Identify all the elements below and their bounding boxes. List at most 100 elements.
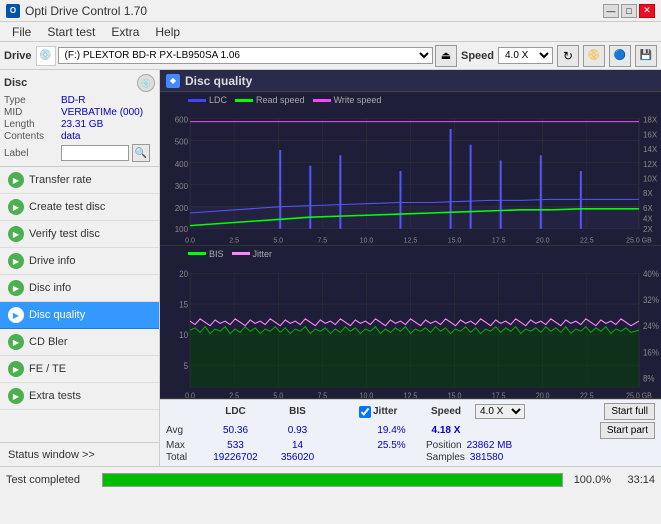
svg-text:12.5: 12.5: [404, 236, 418, 244]
speed-select-toolbar[interactable]: 4.0 X: [498, 47, 553, 64]
btn1[interactable]: 📀: [583, 45, 605, 67]
nav-label-create-test-disc: Create test disc: [29, 201, 105, 213]
svg-text:14X: 14X: [643, 145, 658, 154]
total-bis: 356020: [270, 452, 325, 463]
avg-bis: 0.93: [270, 425, 325, 436]
disc-label-input[interactable]: [61, 145, 129, 161]
start-full-button[interactable]: Start full: [604, 403, 655, 420]
disc-mid-value: VERBATIMe (000): [61, 107, 143, 118]
svg-text:15: 15: [179, 299, 188, 310]
nav-fe-te[interactable]: ▶ FE / TE: [0, 356, 159, 383]
jitter-legend-color: [232, 252, 250, 255]
svg-text:7.5: 7.5: [317, 236, 327, 244]
menu-help[interactable]: Help: [147, 23, 188, 41]
eject-button[interactable]: ⏏: [435, 45, 457, 67]
close-button[interactable]: ✕: [639, 4, 655, 18]
menubar: File Start test Extra Help: [0, 22, 661, 42]
svg-text:4X: 4X: [643, 214, 653, 223]
svg-text:200: 200: [175, 204, 189, 213]
nav-extra-tests[interactable]: ▶ Extra tests: [0, 383, 159, 410]
speed-select-stats[interactable]: 4.0 X: [475, 404, 525, 419]
svg-text:20.0: 20.0: [536, 236, 550, 244]
samples-label: Samples: [426, 452, 465, 463]
jitter-legend-label: Jitter: [253, 249, 273, 259]
svg-text:10.0: 10.0: [360, 236, 374, 244]
bottom-chart-svg: 20 15 10 5 40% 32% 24% 16% 8% 0.0 2.5 5.…: [160, 262, 661, 399]
svg-text:400: 400: [175, 160, 189, 169]
nav-cd-bler[interactable]: ▶ CD Bler: [0, 329, 159, 356]
svg-text:16X: 16X: [643, 130, 658, 139]
start-part-button[interactable]: Start part: [600, 422, 655, 439]
refresh-button[interactable]: ↻: [557, 45, 579, 67]
svg-text:10.0: 10.0: [360, 391, 374, 398]
nav-icon-disc-quality: ▶: [8, 307, 24, 323]
svg-text:10X: 10X: [643, 174, 658, 183]
svg-text:8%: 8%: [643, 372, 655, 383]
progress-time: 33:14: [617, 474, 655, 486]
total-ldc: 19226702: [203, 452, 268, 463]
drive-select[interactable]: (F:) PLEXTOR BD-R PX-LB950SA 1.06: [58, 47, 433, 64]
top-chart: LDC Read speed Write speed: [160, 92, 661, 246]
right-panel: ◆ Disc quality LDC Read speed Write spee…: [160, 70, 661, 466]
btn3[interactable]: 💾: [635, 45, 657, 67]
disc-quality-header: ◆ Disc quality: [160, 70, 661, 92]
nav-icon-cd-bler: ▶: [8, 334, 24, 350]
max-ldc: 533: [203, 440, 268, 451]
disc-label-label: Label: [4, 148, 58, 159]
nav-create-test-disc[interactable]: ▶ Create test disc: [0, 194, 159, 221]
write-speed-legend-color: [313, 99, 331, 102]
disc-section: Disc 💿 Type BD-R MID VERBATIMe (000) Len…: [0, 70, 159, 167]
nav-drive-info[interactable]: ▶ Drive info: [0, 248, 159, 275]
position-label: Position: [426, 440, 462, 451]
nav-verify-test-disc[interactable]: ▶ Verify test disc: [0, 221, 159, 248]
svg-text:18X: 18X: [643, 116, 658, 125]
nav-disc-info[interactable]: ▶ Disc info: [0, 275, 159, 302]
btn2[interactable]: 🔵: [609, 45, 631, 67]
svg-text:15.0: 15.0: [448, 391, 462, 398]
nav-transfer-rate[interactable]: ▶ Transfer rate: [0, 167, 159, 194]
svg-text:25.0 GB: 25.0 GB: [626, 236, 652, 244]
stats-header-bis: BIS: [270, 406, 325, 417]
disc-contents-label: Contents: [4, 131, 58, 142]
disc-label-btn[interactable]: 🔍: [132, 144, 150, 162]
svg-text:0.0: 0.0: [185, 236, 195, 244]
dq-icon: ◆: [166, 74, 180, 88]
svg-text:6X: 6X: [643, 204, 653, 213]
nav-label-drive-info: Drive info: [29, 255, 75, 267]
stats-header-jitter: Jitter: [359, 406, 424, 418]
drive-toolbar: Drive 💿 (F:) PLEXTOR BD-R PX-LB950SA 1.0…: [0, 42, 661, 70]
nav-icon-create-test-disc: ▶: [8, 199, 24, 215]
svg-text:20: 20: [179, 268, 188, 279]
avg-speed: 4.18 X: [426, 425, 466, 436]
titlebar: O Opti Drive Control 1.70 — □ ✕: [0, 0, 661, 22]
nav-label-extra-tests: Extra tests: [29, 390, 81, 402]
svg-text:10: 10: [179, 329, 188, 340]
drive-icon: 💿: [36, 46, 56, 66]
max-position: 23862 MB: [467, 440, 513, 451]
svg-text:5: 5: [184, 360, 189, 371]
menu-start-test[interactable]: Start test: [39, 23, 103, 41]
maximize-button[interactable]: □: [621, 4, 637, 18]
menu-file[interactable]: File: [4, 23, 39, 41]
nav-label-fe-te: FE / TE: [29, 363, 66, 375]
progress-bar-fill: [103, 474, 562, 486]
menu-extra[interactable]: Extra: [103, 23, 147, 41]
status-window-btn[interactable]: Status window >>: [0, 442, 159, 466]
avg-label: Avg: [166, 425, 201, 436]
nav-disc-quality[interactable]: ▶ Disc quality: [0, 302, 159, 329]
svg-text:40%: 40%: [643, 268, 659, 279]
disc-type-value: BD-R: [61, 95, 85, 106]
read-speed-legend-label: Read speed: [256, 95, 305, 105]
stats-header-ldc: LDC: [203, 406, 268, 417]
svg-text:600: 600: [175, 116, 189, 125]
disc-length-value: 23.31 GB: [61, 119, 103, 130]
nav-label-disc-info: Disc info: [29, 282, 71, 294]
minimize-button[interactable]: —: [603, 4, 619, 18]
svg-text:12.5: 12.5: [404, 391, 418, 398]
bottom-chart: BIS Jitter: [160, 246, 661, 400]
svg-text:17.5: 17.5: [492, 236, 506, 244]
jitter-checkbox[interactable]: [359, 406, 371, 418]
stats-area: LDC BIS Jitter Speed 4.0 X Start full Av…: [160, 399, 661, 466]
svg-text:300: 300: [175, 182, 189, 191]
nav-icon-fe-te: ▶: [8, 361, 24, 377]
